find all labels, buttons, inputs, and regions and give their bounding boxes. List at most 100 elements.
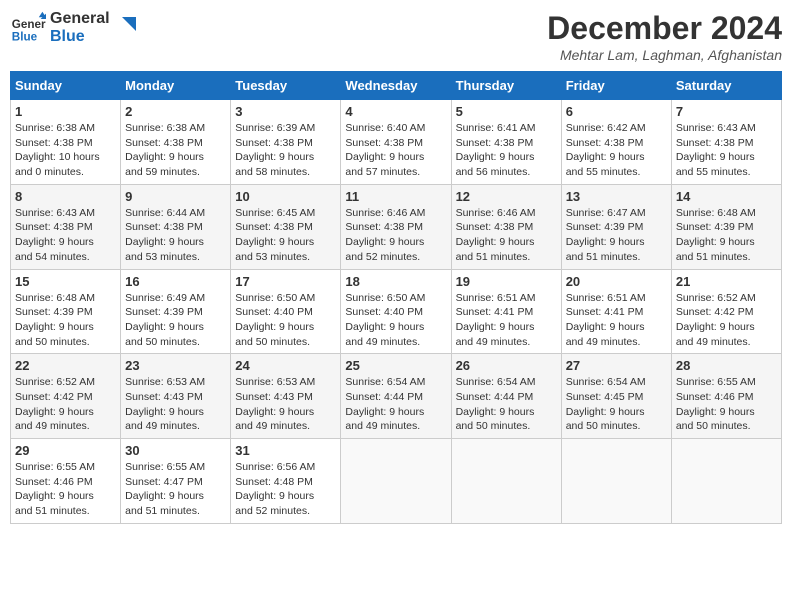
day-number: 24 bbox=[235, 358, 336, 373]
day-info: Sunrise: 6:51 AM Sunset: 4:41 PM Dayligh… bbox=[566, 291, 667, 350]
calendar-cell: 25 Sunrise: 6:54 AM Sunset: 4:44 PM Dayl… bbox=[341, 354, 451, 439]
day-number: 3 bbox=[235, 104, 336, 119]
day-number: 10 bbox=[235, 189, 336, 204]
day-number: 29 bbox=[15, 443, 116, 458]
day-number: 27 bbox=[566, 358, 667, 373]
calendar-cell: 6 Sunrise: 6:42 AM Sunset: 4:38 PM Dayli… bbox=[561, 100, 671, 185]
day-number: 20 bbox=[566, 274, 667, 289]
calendar-cell: 3 Sunrise: 6:39 AM Sunset: 4:38 PM Dayli… bbox=[231, 100, 341, 185]
day-info: Sunrise: 6:54 AM Sunset: 4:44 PM Dayligh… bbox=[456, 375, 557, 434]
calendar-cell: 28 Sunrise: 6:55 AM Sunset: 4:46 PM Dayl… bbox=[671, 354, 781, 439]
day-info: Sunrise: 6:51 AM Sunset: 4:41 PM Dayligh… bbox=[456, 291, 557, 350]
calendar-cell: 18 Sunrise: 6:50 AM Sunset: 4:40 PM Dayl… bbox=[341, 269, 451, 354]
day-info: Sunrise: 6:54 AM Sunset: 4:45 PM Dayligh… bbox=[566, 375, 667, 434]
day-number: 16 bbox=[125, 274, 226, 289]
calendar-cell: 31 Sunrise: 6:56 AM Sunset: 4:48 PM Dayl… bbox=[231, 439, 341, 524]
calendar-cell: 24 Sunrise: 6:53 AM Sunset: 4:43 PM Dayl… bbox=[231, 354, 341, 439]
day-info: Sunrise: 6:52 AM Sunset: 4:42 PM Dayligh… bbox=[15, 375, 116, 434]
day-number: 22 bbox=[15, 358, 116, 373]
day-info: Sunrise: 6:48 AM Sunset: 4:39 PM Dayligh… bbox=[15, 291, 116, 350]
day-info: Sunrise: 6:55 AM Sunset: 4:47 PM Dayligh… bbox=[125, 460, 226, 519]
day-info: Sunrise: 6:38 AM Sunset: 4:38 PM Dayligh… bbox=[125, 121, 226, 180]
day-info: Sunrise: 6:49 AM Sunset: 4:39 PM Dayligh… bbox=[125, 291, 226, 350]
calendar-week-row: 15 Sunrise: 6:48 AM Sunset: 4:39 PM Dayl… bbox=[11, 269, 782, 354]
day-number: 28 bbox=[676, 358, 777, 373]
logo-blue: Blue bbox=[50, 28, 110, 46]
day-info: Sunrise: 6:54 AM Sunset: 4:44 PM Dayligh… bbox=[345, 375, 446, 434]
day-number: 15 bbox=[15, 274, 116, 289]
day-number: 5 bbox=[456, 104, 557, 119]
calendar-week-row: 8 Sunrise: 6:43 AM Sunset: 4:38 PM Dayli… bbox=[11, 184, 782, 269]
calendar-cell bbox=[561, 439, 671, 524]
calendar-cell bbox=[341, 439, 451, 524]
day-number: 11 bbox=[345, 189, 446, 204]
calendar-header-row: SundayMondayTuesdayWednesdayThursdayFrid… bbox=[11, 72, 782, 100]
day-number: 17 bbox=[235, 274, 336, 289]
day-info: Sunrise: 6:43 AM Sunset: 4:38 PM Dayligh… bbox=[15, 206, 116, 265]
day-number: 30 bbox=[125, 443, 226, 458]
day-number: 26 bbox=[456, 358, 557, 373]
svg-text:General: General bbox=[12, 18, 46, 31]
day-info: Sunrise: 6:42 AM Sunset: 4:38 PM Dayligh… bbox=[566, 121, 667, 180]
calendar-cell: 19 Sunrise: 6:51 AM Sunset: 4:41 PM Dayl… bbox=[451, 269, 561, 354]
day-info: Sunrise: 6:53 AM Sunset: 4:43 PM Dayligh… bbox=[125, 375, 226, 434]
calendar-cell: 23 Sunrise: 6:53 AM Sunset: 4:43 PM Dayl… bbox=[121, 354, 231, 439]
calendar-cell: 30 Sunrise: 6:55 AM Sunset: 4:47 PM Dayl… bbox=[121, 439, 231, 524]
weekday-header: Tuesday bbox=[231, 72, 341, 100]
logo: General Blue General Blue bbox=[10, 10, 136, 46]
day-number: 19 bbox=[456, 274, 557, 289]
day-number: 31 bbox=[235, 443, 336, 458]
logo-general: General bbox=[50, 10, 110, 28]
weekday-header: Thursday bbox=[451, 72, 561, 100]
calendar-cell: 20 Sunrise: 6:51 AM Sunset: 4:41 PM Dayl… bbox=[561, 269, 671, 354]
calendar-cell bbox=[451, 439, 561, 524]
calendar-week-row: 22 Sunrise: 6:52 AM Sunset: 4:42 PM Dayl… bbox=[11, 354, 782, 439]
calendar-cell: 9 Sunrise: 6:44 AM Sunset: 4:38 PM Dayli… bbox=[121, 184, 231, 269]
calendar-week-row: 29 Sunrise: 6:55 AM Sunset: 4:46 PM Dayl… bbox=[11, 439, 782, 524]
day-number: 14 bbox=[676, 189, 777, 204]
day-number: 9 bbox=[125, 189, 226, 204]
logo-icon: General Blue bbox=[10, 10, 46, 46]
day-number: 23 bbox=[125, 358, 226, 373]
day-number: 13 bbox=[566, 189, 667, 204]
day-info: Sunrise: 6:53 AM Sunset: 4:43 PM Dayligh… bbox=[235, 375, 336, 434]
calendar-cell: 1 Sunrise: 6:38 AM Sunset: 4:38 PM Dayli… bbox=[11, 100, 121, 185]
calendar-cell: 22 Sunrise: 6:52 AM Sunset: 4:42 PM Dayl… bbox=[11, 354, 121, 439]
title-area: December 2024 Mehtar Lam, Laghman, Afgha… bbox=[547, 10, 782, 63]
weekday-header: Sunday bbox=[11, 72, 121, 100]
day-number: 8 bbox=[15, 189, 116, 204]
calendar-table: SundayMondayTuesdayWednesdayThursdayFrid… bbox=[10, 71, 782, 524]
calendar-cell: 27 Sunrise: 6:54 AM Sunset: 4:45 PM Dayl… bbox=[561, 354, 671, 439]
calendar-cell: 15 Sunrise: 6:48 AM Sunset: 4:39 PM Dayl… bbox=[11, 269, 121, 354]
day-number: 2 bbox=[125, 104, 226, 119]
calendar-cell: 21 Sunrise: 6:52 AM Sunset: 4:42 PM Dayl… bbox=[671, 269, 781, 354]
calendar-cell: 10 Sunrise: 6:45 AM Sunset: 4:38 PM Dayl… bbox=[231, 184, 341, 269]
day-info: Sunrise: 6:48 AM Sunset: 4:39 PM Dayligh… bbox=[676, 206, 777, 265]
day-number: 18 bbox=[345, 274, 446, 289]
day-info: Sunrise: 6:47 AM Sunset: 4:39 PM Dayligh… bbox=[566, 206, 667, 265]
calendar-cell: 29 Sunrise: 6:55 AM Sunset: 4:46 PM Dayl… bbox=[11, 439, 121, 524]
day-info: Sunrise: 6:52 AM Sunset: 4:42 PM Dayligh… bbox=[676, 291, 777, 350]
day-info: Sunrise: 6:50 AM Sunset: 4:40 PM Dayligh… bbox=[345, 291, 446, 350]
calendar-cell: 17 Sunrise: 6:50 AM Sunset: 4:40 PM Dayl… bbox=[231, 269, 341, 354]
day-info: Sunrise: 6:40 AM Sunset: 4:38 PM Dayligh… bbox=[345, 121, 446, 180]
calendar-cell: 12 Sunrise: 6:46 AM Sunset: 4:38 PM Dayl… bbox=[451, 184, 561, 269]
weekday-header: Monday bbox=[121, 72, 231, 100]
calendar-cell: 2 Sunrise: 6:38 AM Sunset: 4:38 PM Dayli… bbox=[121, 100, 231, 185]
day-info: Sunrise: 6:46 AM Sunset: 4:38 PM Dayligh… bbox=[456, 206, 557, 265]
calendar-cell: 5 Sunrise: 6:41 AM Sunset: 4:38 PM Dayli… bbox=[451, 100, 561, 185]
day-info: Sunrise: 6:41 AM Sunset: 4:38 PM Dayligh… bbox=[456, 121, 557, 180]
day-number: 1 bbox=[15, 104, 116, 119]
day-info: Sunrise: 6:38 AM Sunset: 4:38 PM Dayligh… bbox=[15, 121, 116, 180]
day-number: 7 bbox=[676, 104, 777, 119]
calendar-cell bbox=[671, 439, 781, 524]
calendar-cell: 13 Sunrise: 6:47 AM Sunset: 4:39 PM Dayl… bbox=[561, 184, 671, 269]
calendar-cell: 14 Sunrise: 6:48 AM Sunset: 4:39 PM Dayl… bbox=[671, 184, 781, 269]
svg-text:Blue: Blue bbox=[12, 31, 38, 44]
day-number: 25 bbox=[345, 358, 446, 373]
calendar-cell: 26 Sunrise: 6:54 AM Sunset: 4:44 PM Dayl… bbox=[451, 354, 561, 439]
calendar-cell: 8 Sunrise: 6:43 AM Sunset: 4:38 PM Dayli… bbox=[11, 184, 121, 269]
day-info: Sunrise: 6:45 AM Sunset: 4:38 PM Dayligh… bbox=[235, 206, 336, 265]
weekday-header: Wednesday bbox=[341, 72, 451, 100]
day-info: Sunrise: 6:56 AM Sunset: 4:48 PM Dayligh… bbox=[235, 460, 336, 519]
